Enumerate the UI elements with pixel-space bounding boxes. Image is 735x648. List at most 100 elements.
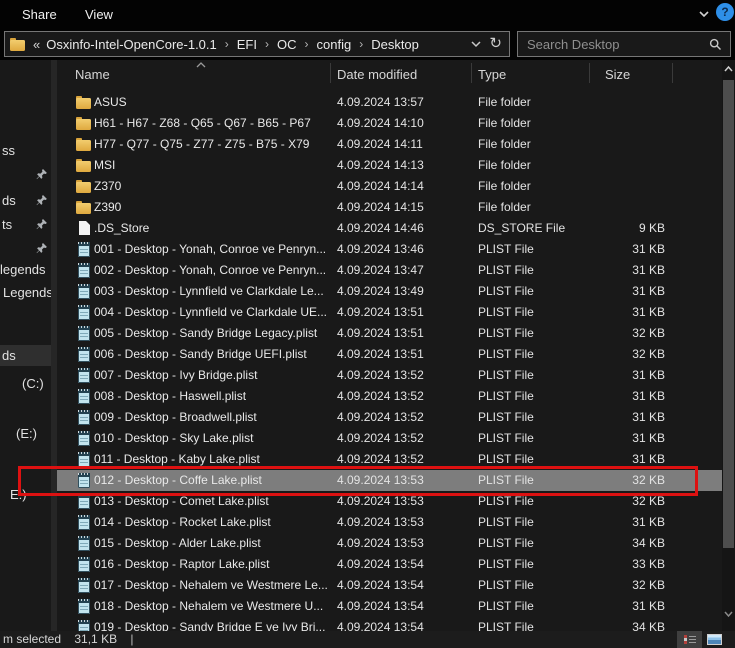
file-row[interactable]: 008 - Desktop - Haswell.plist4.09.2024 1…	[57, 386, 722, 407]
address-bar[interactable]: « Osxinfo-Intel-OpenCore-1.0.1 › EFI › OC › co…	[4, 31, 510, 57]
menu-share[interactable]: Share	[22, 7, 57, 22]
breadcrumb-overflow[interactable]: «	[33, 37, 40, 52]
column-header-type[interactable]: Type	[478, 67, 506, 82]
breadcrumb-separator-icon[interactable]: ›	[359, 37, 363, 51]
sidebar-item[interactable]	[0, 164, 51, 185]
file-list: Name Date modified Type Size ASUS4.09.20…	[57, 60, 722, 631]
file-name-cell: 003 - Desktop - Lynnfield ve Clarkdale L…	[57, 281, 337, 302]
sidebar-item[interactable]	[0, 238, 51, 259]
sidebar-item-label: ss	[2, 143, 15, 158]
file-size: 33 KB	[589, 554, 669, 575]
sidebar-item[interactable]: ds	[0, 190, 51, 211]
file-name: 015 - Desktop - Alder Lake.plist	[94, 536, 261, 550]
file-row[interactable]: 017 - Desktop - Nehalem ve Westmere Le..…	[57, 575, 722, 596]
file-row[interactable]: 009 - Desktop - Broadwell.plist4.09.2024…	[57, 407, 722, 428]
sidebar-item[interactable]: legends	[0, 259, 51, 280]
breadcrumb-item[interactable]: OC	[277, 37, 297, 52]
sidebar-item[interactable]: Legends	[0, 282, 51, 303]
scroll-up-arrow-icon[interactable]	[722, 60, 735, 78]
vertical-scrollbar[interactable]	[722, 60, 735, 631]
file-row[interactable]: 002 - Desktop - Yonah, Conroe ve Penryn.…	[57, 260, 722, 281]
file-row[interactable]: 001 - Desktop - Yonah, Conroe ve Penryn.…	[57, 239, 722, 260]
sidebar-item[interactable]: ts	[0, 214, 51, 235]
file-date: 4.09.2024 13:51	[337, 344, 478, 365]
search-icon[interactable]	[709, 38, 722, 51]
file-name-cell: 001 - Desktop - Yonah, Conroe ve Penryn.…	[57, 239, 337, 260]
file-row[interactable]: 018 - Desktop - Nehalem ve Westmere U...…	[57, 596, 722, 617]
file-row[interactable]: 012 - Desktop - Coffe Lake.plist4.09.202…	[57, 470, 722, 491]
sidebar-item[interactable]: ss	[0, 140, 51, 161]
file-size: 34 KB	[589, 617, 669, 631]
breadcrumb-item[interactable]: EFI	[237, 37, 257, 52]
breadcrumb-item[interactable]: config	[317, 37, 352, 52]
pin-icon	[36, 168, 48, 180]
thumbnails-view-button[interactable]	[702, 631, 727, 648]
file-type: PLIST File	[478, 260, 589, 281]
folder-icon	[76, 134, 92, 155]
scrollbar-thumb[interactable]	[723, 80, 734, 548]
file-name-cell: 010 - Desktop - Sky Lake.plist	[57, 428, 337, 449]
breadcrumb-item[interactable]: Osxinfo-Intel-OpenCore-1.0.1	[46, 37, 217, 52]
file-name: 006 - Desktop - Sandy Bridge UEFI.plist	[94, 347, 307, 361]
file-row[interactable]: 016 - Desktop - Raptor Lake.plist4.09.20…	[57, 554, 722, 575]
file-row[interactable]: 005 - Desktop - Sandy Bridge Legacy.plis…	[57, 323, 722, 344]
sidebar-item[interactable]: (E:)	[0, 423, 51, 444]
file-size: 32 KB	[589, 491, 669, 512]
column-header-date-modified[interactable]: Date modified	[337, 67, 417, 82]
file-row[interactable]: 019 - Desktop - Sandy Bridge E ve Ivy Br…	[57, 617, 722, 631]
file-date: 4.09.2024 13:53	[337, 512, 478, 533]
file-name: 004 - Desktop - Lynnfield ve Clarkdale U…	[94, 305, 327, 319]
file-row[interactable]: H61 - H67 - Z68 - Q65 - Q67 - B65 - P674…	[57, 113, 722, 134]
column-separator[interactable]	[330, 63, 331, 83]
file-type: PLIST File	[478, 470, 589, 491]
file-row[interactable]: Z3904.09.2024 14:15File folder	[57, 197, 722, 218]
file-row[interactable]: 007 - Desktop - Ivy Bridge.plist4.09.202…	[57, 365, 722, 386]
help-icon[interactable]: ?	[716, 3, 734, 21]
scroll-down-arrow-icon[interactable]	[722, 605, 735, 623]
details-view-button[interactable]	[677, 631, 702, 648]
column-separator[interactable]	[672, 63, 673, 83]
status-size-label: 31,1 KB	[74, 632, 117, 646]
file-row[interactable]: Z3704.09.2024 14:14File folder	[57, 176, 722, 197]
sidebar-item[interactable]: (C:)	[0, 373, 51, 394]
address-dropdown-chevron-icon[interactable]	[469, 38, 483, 50]
menu-view[interactable]: View	[85, 7, 113, 22]
plist-icon	[76, 512, 92, 533]
file-row[interactable]: 013 - Desktop - Comet Lake.plist4.09.202…	[57, 491, 722, 512]
sidebar-item[interactable]: ds	[0, 345, 51, 366]
search-input[interactable]	[518, 37, 709, 52]
column-header-name[interactable]: Name	[75, 67, 110, 82]
plist-icon	[76, 533, 92, 554]
ribbon-expand-chevron-icon[interactable]	[697, 8, 711, 20]
file-row[interactable]: 015 - Desktop - Alder Lake.plist4.09.202…	[57, 533, 722, 554]
column-header-size[interactable]: Size	[605, 67, 630, 82]
breadcrumb-item[interactable]: Desktop	[371, 37, 419, 52]
column-separator[interactable]	[589, 63, 590, 83]
status-text: m selected 31,1 KB |	[3, 632, 134, 646]
sidebar-item[interactable]: E:)	[0, 484, 51, 505]
breadcrumb-separator-icon[interactable]: ›	[225, 37, 229, 51]
column-separator[interactable]	[471, 63, 472, 83]
file-row[interactable]: MSI4.09.2024 14:13File folder	[57, 155, 722, 176]
breadcrumb-separator-icon[interactable]: ›	[305, 37, 309, 51]
file-row[interactable]: 004 - Desktop - Lynnfield ve Clarkdale U…	[57, 302, 722, 323]
file-row[interactable]: .DS_Store4.09.2024 14:46DS_STORE File9 K…	[57, 218, 722, 239]
file-name-cell: 015 - Desktop - Alder Lake.plist	[57, 533, 337, 554]
file-date: 4.09.2024 13:57	[337, 92, 478, 113]
plist-icon	[76, 491, 92, 512]
file-row[interactable]: 006 - Desktop - Sandy Bridge UEFI.plist 4…	[57, 344, 722, 365]
breadcrumb-separator-icon[interactable]: ›	[265, 37, 269, 51]
file-row[interactable]: 014 - Desktop - Rocket Lake.plist4.09.20…	[57, 512, 722, 533]
file-row[interactable]: 010 - Desktop - Sky Lake.plist4.09.2024 …	[57, 428, 722, 449]
file-type: File folder	[478, 155, 589, 176]
file-row[interactable]: 011 - Desktop - Kaby Lake.plist4.09.2024…	[57, 449, 722, 470]
file-row[interactable]: 003 - Desktop - Lynnfield ve Clarkdale L…	[57, 281, 722, 302]
file-name: Z370	[94, 179, 121, 193]
file-name: 013 - Desktop - Comet Lake.plist	[94, 494, 269, 508]
file-name: 011 - Desktop - Kaby Lake.plist	[94, 452, 260, 466]
file-row[interactable]: ASUS4.09.2024 13:57File folder	[57, 92, 722, 113]
file-name-cell: 013 - Desktop - Comet Lake.plist	[57, 491, 337, 512]
file-date: 4.09.2024 13:47	[337, 260, 478, 281]
file-row[interactable]: H77 - Q77 - Q75 - Z77 - Z75 - B75 - X794…	[57, 134, 722, 155]
refresh-icon[interactable]: ↻	[489, 32, 502, 56]
